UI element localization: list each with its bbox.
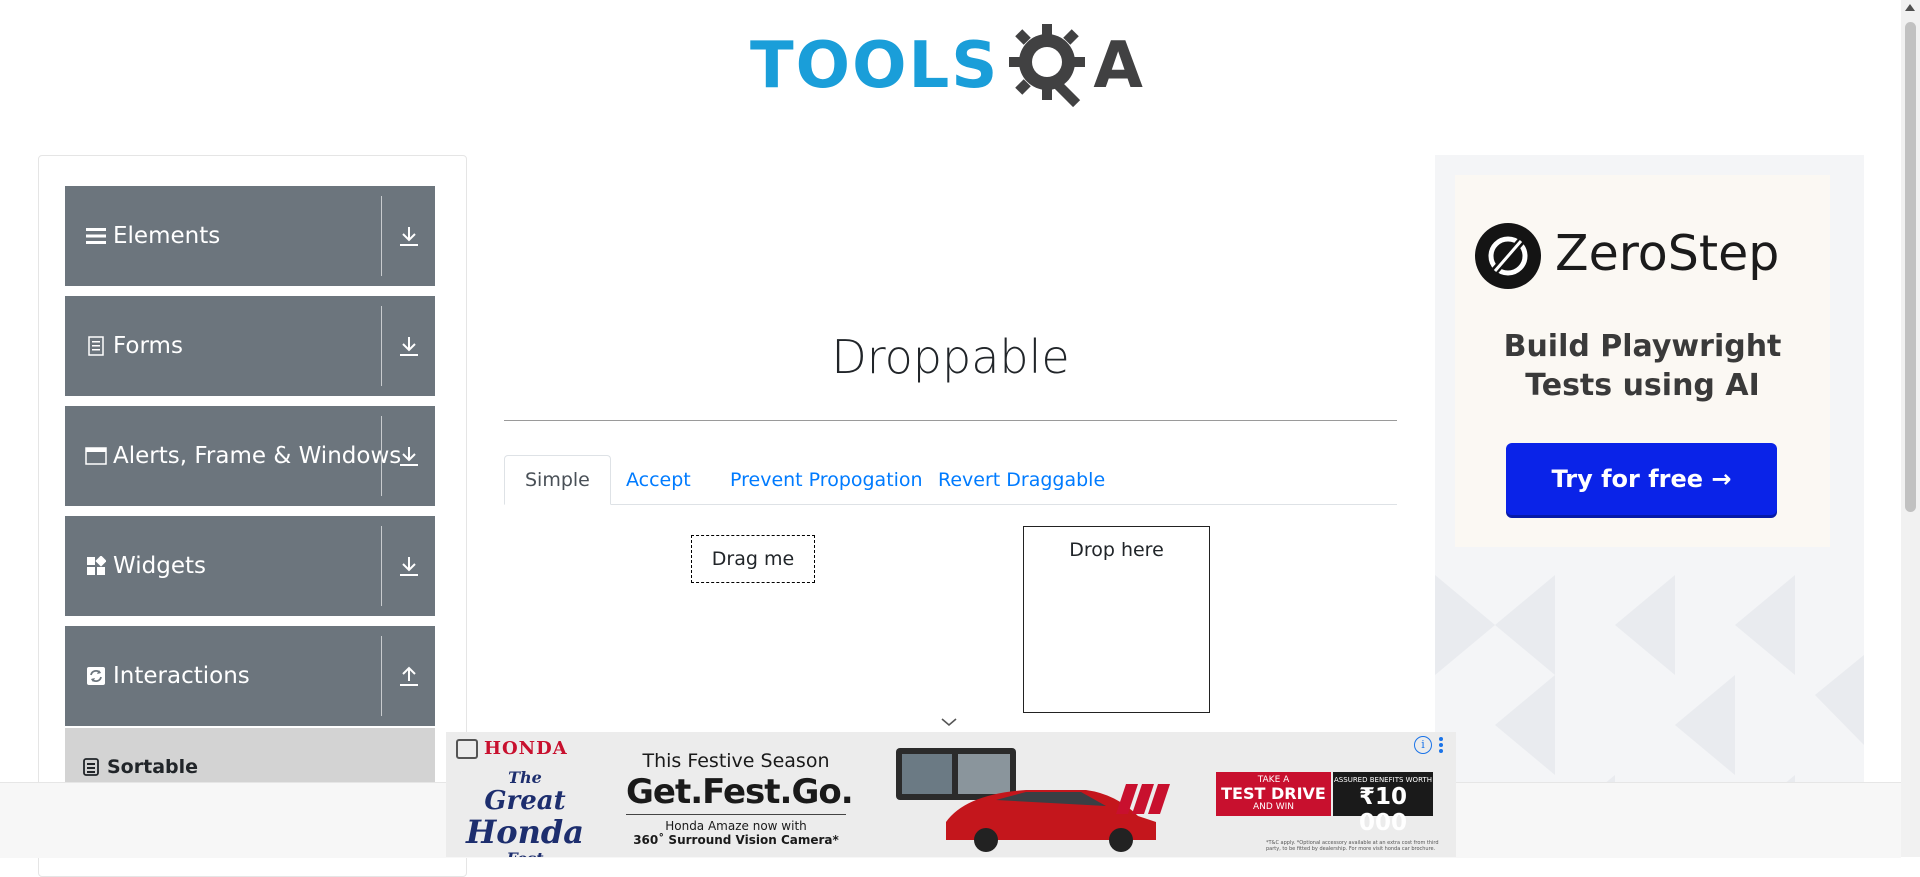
draggable-box[interactable]: Drag me bbox=[691, 535, 815, 583]
expand-arrow-icon[interactable] bbox=[393, 220, 425, 252]
gear-magnifier-icon bbox=[1009, 24, 1086, 108]
scroll-up-arrow-icon[interactable] bbox=[1905, 4, 1915, 11]
zerostep-brand: ZeroStep bbox=[1555, 225, 1780, 282]
tagline-big: Get.Fest.Go. bbox=[626, 772, 854, 815]
product-line1: Honda Amaze now with bbox=[665, 819, 807, 833]
campaign-line2: Great bbox=[484, 786, 566, 816]
divider bbox=[381, 526, 382, 606]
scrollbar-thumb[interactable] bbox=[1905, 22, 1916, 512]
sidebar-group-label: Forms bbox=[113, 333, 183, 359]
collapse-arrow-icon[interactable] bbox=[393, 660, 425, 692]
title-divider bbox=[504, 420, 1397, 421]
logo-text: TOOLS bbox=[750, 29, 1000, 103]
honda-brand: HONDA bbox=[456, 738, 568, 759]
chevron-down-icon[interactable] bbox=[939, 715, 959, 729]
sidebar-group-label: Alerts, Frame & Windows bbox=[113, 443, 402, 469]
window-icon bbox=[85, 445, 107, 467]
ad-fine-print: *T&C apply. *Optional accessory availabl… bbox=[1266, 840, 1439, 852]
festive-tagline: This Festive Season Get.Fest.Go. Honda A… bbox=[626, 750, 854, 847]
test-drive-badge: TAKE A TEST DRIVE AND WIN bbox=[1216, 772, 1331, 816]
zerostep-logo-icon bbox=[1475, 223, 1541, 289]
tab-bar: Simple Accept Prevent Propogation Revert… bbox=[504, 455, 1397, 505]
benefit-top: ASSURED BENEFITS WORTH bbox=[1334, 776, 1432, 784]
ad-headline-line1: Build Playwright bbox=[1503, 329, 1782, 364]
car-image bbox=[896, 748, 1170, 852]
zerostep-ad[interactable]: ZeroStep Build Playwright Tests using AI… bbox=[1435, 155, 1864, 857]
ad-headline-line2: Tests using AI bbox=[1525, 368, 1760, 403]
great-honda-fest-logo: The Great Honda Fest bbox=[460, 768, 590, 857]
divider bbox=[381, 196, 382, 276]
sidebar-group-label: Interactions bbox=[113, 663, 250, 689]
sortable-icon bbox=[83, 758, 99, 776]
campaign-line1: The bbox=[508, 768, 542, 787]
logo-suffix: A bbox=[1093, 29, 1143, 103]
interactions-icon bbox=[85, 665, 107, 687]
sidebar: Elements Forms Alerts, Frame & Windows W… bbox=[38, 155, 467, 877]
page-title: Droppable bbox=[831, 330, 1070, 384]
sidebar-group-elements[interactable]: Elements bbox=[65, 186, 435, 286]
sidebar-group-interactions[interactable]: Interactions bbox=[65, 626, 435, 726]
expand-arrow-icon[interactable] bbox=[393, 330, 425, 362]
campaign-line3: Honda bbox=[466, 813, 584, 851]
sidebar-group-alerts-frame-windows[interactable]: Alerts, Frame & Windows bbox=[65, 406, 435, 506]
expand-arrow-icon[interactable] bbox=[393, 440, 425, 472]
divider bbox=[381, 636, 382, 716]
try-for-free-button[interactable]: Try for free → bbox=[1506, 443, 1777, 515]
tab-prevent-propogation[interactable]: Prevent Propogation bbox=[710, 455, 943, 504]
offer-bottom: AND WIN bbox=[1253, 802, 1294, 812]
toolsqa-logo[interactable]: TOOLS A bbox=[750, 18, 1155, 114]
divider bbox=[381, 416, 382, 496]
sidebar-group-label: Elements bbox=[113, 223, 221, 249]
sidebar-group-widgets[interactable]: Widgets bbox=[65, 516, 435, 616]
sidebar-group-forms[interactable]: Forms bbox=[65, 296, 435, 396]
benefit-amount: ₹10 000 bbox=[1358, 784, 1407, 836]
zerostep-card: ZeroStep Build Playwright Tests using AI… bbox=[1455, 175, 1830, 547]
list-icon bbox=[85, 225, 107, 247]
offer-main: TEST DRIVE bbox=[1221, 784, 1326, 803]
tab-simple[interactable]: Simple bbox=[504, 455, 611, 505]
expand-arrow-icon[interactable] bbox=[393, 550, 425, 582]
widgets-icon bbox=[85, 555, 107, 577]
divider bbox=[381, 306, 382, 386]
honda-logo-icon bbox=[456, 738, 478, 759]
benefits-badge: ASSURED BENEFITS WORTH ₹10 000 bbox=[1333, 772, 1433, 836]
sidebar-item-label: Sortable bbox=[107, 756, 199, 778]
ad-headline: Build Playwright Tests using AI bbox=[1455, 327, 1830, 405]
product-line2: 360˚ Surround Vision Camera* bbox=[633, 833, 839, 847]
honda-ad-banner[interactable]: HONDA The Great Honda Fest This Festive … bbox=[446, 732, 1456, 857]
tagline-small: This Festive Season bbox=[642, 750, 830, 772]
form-icon bbox=[85, 335, 107, 357]
tab-accept[interactable]: Accept bbox=[606, 455, 711, 504]
tab-revert-draggable[interactable]: Revert Draggable bbox=[918, 455, 1125, 504]
droppable-target[interactable]: Drop here bbox=[1023, 526, 1210, 713]
honda-brand-text: HONDA bbox=[484, 738, 568, 759]
sidebar-group-label: Widgets bbox=[113, 553, 206, 579]
ad-info-icon[interactable]: i bbox=[1414, 736, 1432, 754]
ad-menu-icon[interactable] bbox=[1438, 736, 1444, 754]
